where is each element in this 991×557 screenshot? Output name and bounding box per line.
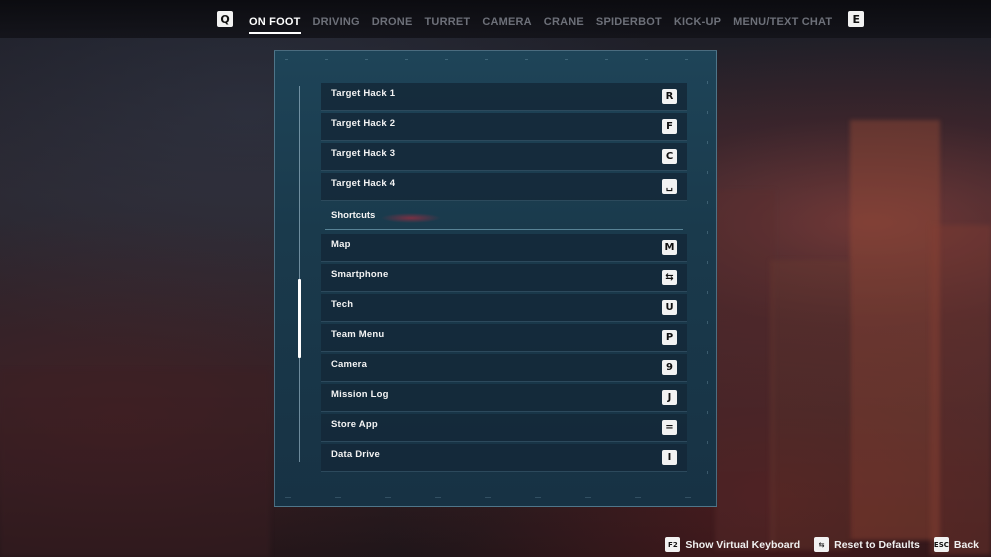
hint-label: Back — [953, 538, 979, 551]
binding-action-label: Store App — [331, 419, 378, 430]
category-tab-bar: Q ON FOOT DRIVING DRONE TURRET CAMERA CR… — [0, 0, 991, 38]
binding-action-label: Data Drive — [331, 449, 380, 460]
next-tab-key-icon[interactable]: E — [848, 11, 865, 27]
binding-action-label: Target Hack 1 — [331, 88, 396, 99]
prev-tab-key-icon[interactable]: Q — [217, 11, 233, 27]
binding-action-label: Smartphone — [331, 269, 389, 280]
section-title: Shortcuts — [331, 210, 376, 221]
equals-key-icon[interactable]: = — [662, 420, 677, 435]
binding-action-label: Map — [331, 239, 351, 250]
tab-crane[interactable]: CRANE — [544, 0, 584, 38]
binding-action-label: Mission Log — [331, 389, 389, 400]
i-key-icon[interactable]: I — [662, 450, 677, 465]
tab-key-icon: ⇆ — [814, 537, 830, 552]
binding-row-map[interactable]: Map M — [321, 234, 687, 262]
binding-row-data-drive[interactable]: Data Drive I — [321, 444, 687, 472]
binding-action-label: Team Menu — [331, 329, 385, 340]
background-building — [770, 260, 850, 550]
tab-key-icon[interactable]: ⇆ — [662, 270, 677, 285]
binding-row-target-hack-3[interactable]: Target Hack 3 C — [321, 143, 687, 171]
tab-turret[interactable]: TURRET — [425, 0, 471, 38]
tab-camera[interactable]: CAMERA — [482, 0, 531, 38]
scrollbar-track[interactable] — [299, 86, 300, 462]
scrollbar-thumb[interactable] — [298, 279, 301, 358]
c-key-icon[interactable]: C — [662, 149, 677, 164]
hint-label: Show Virtual Keyboard — [685, 538, 801, 551]
footer-hints: F2 Show Virtual Keyboard ⇆ Reset to Defa… — [651, 537, 979, 552]
header-glow-decoration — [381, 213, 441, 223]
background-building — [850, 120, 940, 540]
tab-drone[interactable]: DRONE — [372, 0, 413, 38]
f-key-icon[interactable]: F — [662, 119, 677, 134]
keybindings-panel: Target Hack 1 R Target Hack 2 F Target H… — [274, 50, 717, 507]
binding-row-store-app[interactable]: Store App = — [321, 414, 687, 442]
binding-row-target-hack-4[interactable]: Target Hack 4 ␣ — [321, 173, 687, 201]
binding-action-label: Tech — [331, 299, 354, 310]
p-key-icon[interactable]: P — [662, 330, 677, 345]
binding-action-label: Target Hack 2 — [331, 118, 396, 129]
binding-row-target-hack-1[interactable]: Target Hack 1 R — [321, 83, 687, 111]
keybinding-list: Target Hack 1 R Target Hack 2 F Target H… — [321, 83, 687, 474]
panel-decoration — [707, 81, 708, 476]
binding-row-tech[interactable]: Tech U — [321, 294, 687, 322]
reset-to-defaults-button[interactable]: ⇆ Reset to Defaults — [814, 537, 920, 552]
binding-row-mission-log[interactable]: Mission Log J — [321, 384, 687, 412]
tab-spiderbot[interactable]: SPIDERBOT — [596, 0, 662, 38]
section-divider — [325, 229, 683, 230]
binding-action-label: Target Hack 3 — [331, 148, 396, 159]
tab-driving[interactable]: DRIVING — [313, 0, 360, 38]
tab-kick-up[interactable]: KICK-UP — [674, 0, 721, 38]
r-key-icon[interactable]: R — [662, 89, 677, 104]
tab-menu-text-chat[interactable]: MENU/TEXT CHAT — [733, 0, 832, 38]
section-header-shortcuts: Shortcuts — [321, 203, 687, 230]
m-key-icon[interactable]: M — [662, 240, 677, 255]
binding-row-team-menu[interactable]: Team Menu P — [321, 324, 687, 352]
binding-row-target-hack-2[interactable]: Target Hack 2 F — [321, 113, 687, 141]
binding-action-label: Camera — [331, 359, 368, 370]
hint-label: Reset to Defaults — [834, 538, 920, 551]
u-key-icon[interactable]: U — [662, 300, 677, 315]
space-key-icon[interactable]: ␣ — [662, 179, 677, 194]
binding-action-label: Target Hack 4 — [331, 178, 396, 189]
binding-row-smartphone[interactable]: Smartphone ⇆ — [321, 264, 687, 292]
tab-on-foot[interactable]: ON FOOT — [249, 0, 301, 38]
background-building — [930, 225, 991, 555]
f2-key-icon: F2 — [665, 537, 681, 552]
9-key-icon[interactable]: 9 — [662, 360, 677, 375]
background-building — [715, 190, 775, 550]
show-virtual-keyboard-button[interactable]: F2 Show Virtual Keyboard — [665, 537, 800, 552]
panel-decoration — [285, 59, 706, 60]
esc-key-icon: ESC — [933, 537, 949, 552]
back-button[interactable]: ESC Back — [933, 537, 979, 552]
background-building — [0, 370, 270, 557]
panel-decoration — [285, 497, 706, 498]
j-key-icon[interactable]: J — [662, 390, 677, 405]
binding-row-camera[interactable]: Camera 9 — [321, 354, 687, 382]
